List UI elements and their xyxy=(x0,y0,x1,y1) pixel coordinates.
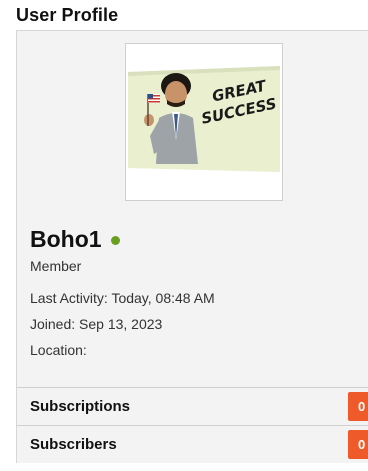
avatar-image: GREAT SUCCESS xyxy=(126,44,282,200)
online-status-icon xyxy=(110,236,120,245)
location: Location: xyxy=(30,342,87,358)
last-activity: Last Activity: Today, 08:48 AM xyxy=(30,290,215,306)
subscribers-label: Subscribers xyxy=(30,436,117,453)
avatar[interactable]: GREAT SUCCESS xyxy=(125,43,283,201)
divider xyxy=(17,425,368,426)
profile-card: GREAT SUCCESS Boho1 Member Last Activity… xyxy=(16,30,368,463)
page-title: User Profile xyxy=(16,5,119,25)
subscriptions-label: Subscriptions xyxy=(30,398,131,415)
subscribers-count-badge: 0 xyxy=(348,430,368,459)
divider xyxy=(17,387,368,388)
user-role: Member xyxy=(30,258,82,274)
subscriptions-count-badge: 0 xyxy=(348,392,368,421)
username-row: Boho1 xyxy=(30,226,120,253)
subscriptions-row[interactable]: Subscriptions 0 xyxy=(17,389,368,425)
username[interactable]: Boho1 xyxy=(30,226,102,253)
subscribers-row[interactable]: Subscribers 0 xyxy=(17,427,368,463)
joined-date: Joined: Sep 13, 2023 xyxy=(30,316,163,332)
